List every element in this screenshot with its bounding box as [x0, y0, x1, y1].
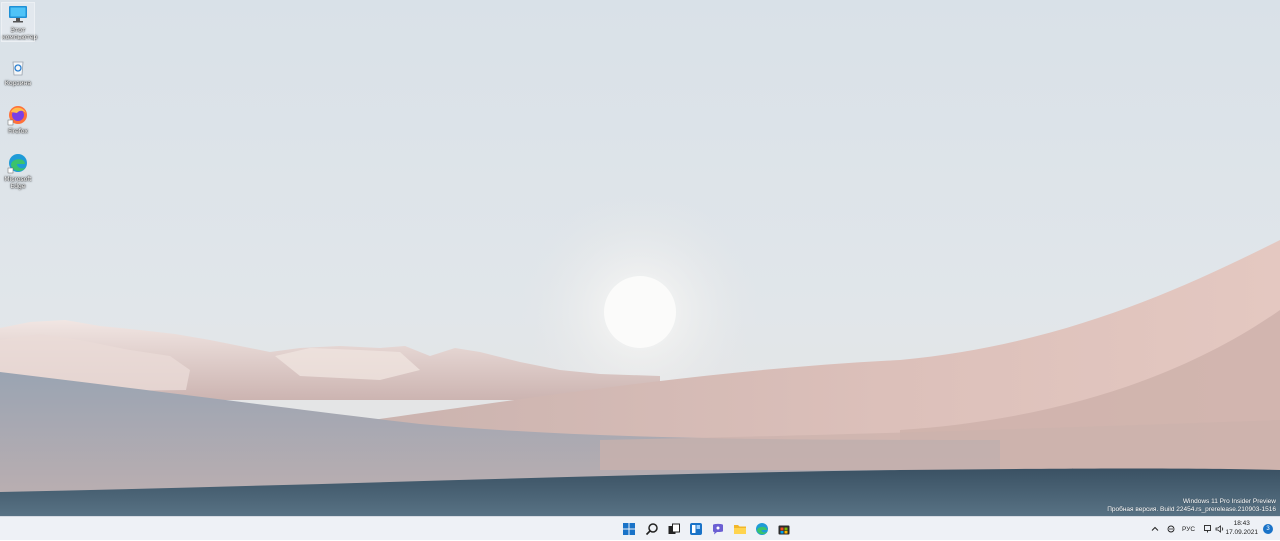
desktop-icon-this-pc[interactable]: Этот компьютер: [1, 2, 38, 42]
widgets-icon: [690, 523, 702, 535]
notification-badge[interactable]: 3: [1263, 524, 1273, 534]
taskbar: РУС 18:43 17.09.2021 3: [0, 516, 1280, 540]
desktop-icon-label: Firefox: [8, 128, 28, 135]
file-explorer-icon: [734, 525, 746, 534]
build-watermark: Windows 11 Pro Insider Preview Пробная в…: [1107, 498, 1276, 514]
speaker-icon: [1215, 525, 1224, 533]
store-button[interactable]: [775, 520, 793, 538]
desktop-icon-firefox[interactable]: Firefox: [2, 104, 34, 135]
volume-button[interactable]: [1214, 525, 1226, 533]
search-button[interactable]: [643, 520, 661, 538]
recycle-bin-icon: [12, 61, 24, 76]
watermark-edition: Windows 11 Pro Insider Preview: [1182, 498, 1276, 505]
edge-icon: [7, 154, 27, 174]
network-icon: [1203, 525, 1211, 533]
desert-wallpaper: [0, 0, 1280, 516]
desktop-icon-edge[interactable]: Microsoft Edge: [2, 152, 34, 190]
start-button[interactable]: [620, 520, 638, 538]
task-view-button[interactable]: [665, 520, 683, 538]
edge-icon: [756, 523, 768, 535]
start-icon: [623, 523, 635, 535]
clock-date: 17.09.2021: [1225, 529, 1258, 536]
search-icon: [645, 523, 658, 536]
onedrive-button[interactable]: [1164, 525, 1178, 533]
chevron-up-icon: [1151, 526, 1159, 531]
desktop-icon-recycle-bin[interactable]: Корзина: [2, 56, 34, 87]
edge-taskbar-button[interactable]: [753, 520, 771, 538]
desktop-icon-label: Microsoft Edge: [4, 176, 32, 190]
desktop[interactable]: Этот компьютер Корзина Firefox Microsoft…: [0, 0, 1280, 516]
clock-time: 18:43: [1233, 520, 1250, 527]
monitor-icon: [9, 6, 27, 23]
clock[interactable]: 18:43 17.09.2021: [1225, 519, 1258, 537]
desktop-icon-label: Корзина: [4, 80, 32, 87]
language-indicator[interactable]: РУС: [1182, 526, 1198, 533]
chat-icon: [713, 523, 723, 535]
desktop-icon-label: Этот компьютер: [2, 27, 38, 41]
cloud-sync-icon: [1167, 525, 1175, 533]
store-icon: [778, 525, 790, 535]
chat-button[interactable]: [709, 520, 727, 538]
widgets-button[interactable]: [687, 520, 705, 538]
show-hidden-icons-button[interactable]: [1148, 525, 1162, 533]
watermark-build: Пробная версия. Build 22454.rs_prereleas…: [1107, 506, 1276, 513]
system-tray: РУС: [1148, 517, 1226, 541]
network-button[interactable]: [1202, 525, 1214, 533]
file-explorer-button[interactable]: [731, 520, 749, 538]
firefox-icon: [7, 106, 27, 126]
task-view-icon: [668, 523, 680, 534]
